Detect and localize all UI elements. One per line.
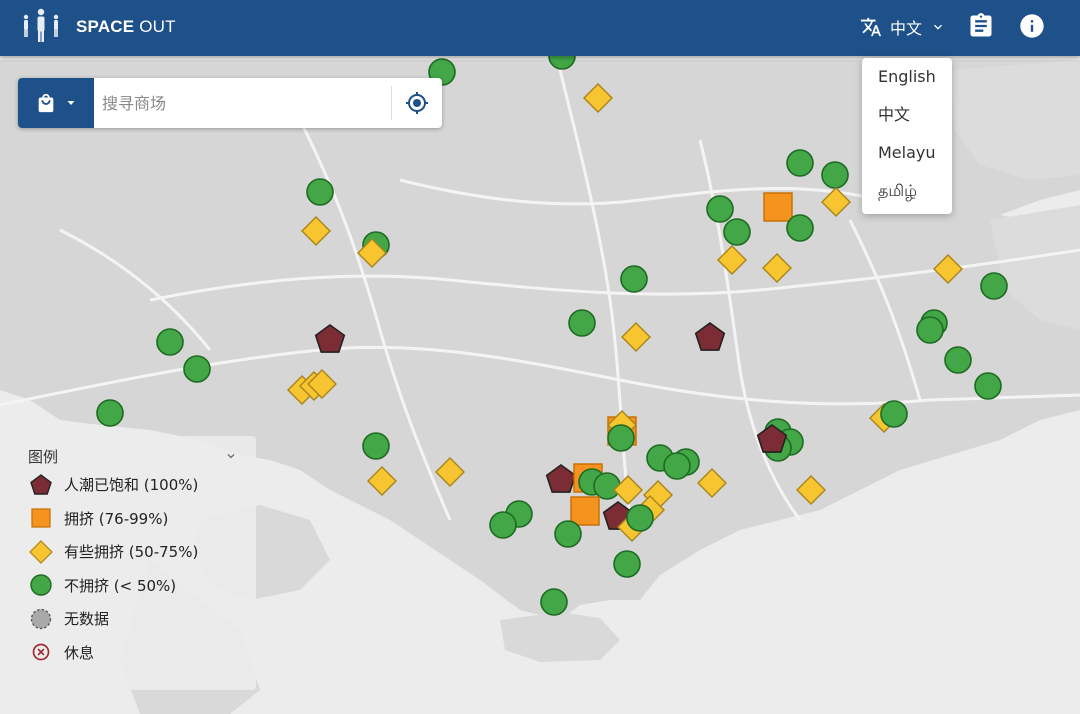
mall-marker-clear[interactable]: [568, 309, 596, 337]
legend-label: 无数据: [64, 610, 110, 629]
closed-x-circle-icon: [32, 643, 50, 661]
legend-item-full: 人潮已饱和 (100%): [28, 468, 256, 502]
mall-marker-clear[interactable]: [613, 550, 641, 578]
mall-marker-clear[interactable]: [974, 372, 1002, 400]
legend-item-crowded: 拥挤 (76-99%): [28, 502, 256, 536]
mall-marker-clear[interactable]: [554, 520, 582, 548]
caret-down-icon: [67, 101, 75, 105]
legend-label: 有些拥挤 (50-75%): [64, 543, 199, 562]
mall-marker-clear[interactable]: [489, 511, 517, 539]
mall-marker-clear[interactable]: [706, 195, 734, 223]
legend-label: 人潮已饱和 (100%): [64, 476, 199, 495]
mall-marker-clear[interactable]: [880, 400, 908, 428]
chevron-down-icon: [934, 24, 943, 30]
mall-marker-clear[interactable]: [620, 265, 648, 293]
shopping-bag-icon: [38, 93, 54, 113]
legend-item-no-data: 无数据: [28, 602, 256, 636]
mall-marker-clear[interactable]: [821, 161, 849, 189]
mall-search-bar: [18, 78, 442, 128]
legend-item-somewhat: 有些拥挤 (50-75%): [28, 535, 256, 569]
my-location-button[interactable]: [392, 78, 442, 128]
mall-marker-clear[interactable]: [607, 424, 635, 452]
mall-marker-clear[interactable]: [156, 328, 184, 356]
app-header: SPACE OUT 中文: [0, 0, 1080, 56]
mall-marker-clear[interactable]: [980, 272, 1008, 300]
mall-marker-clear[interactable]: [306, 178, 334, 206]
mall-marker-crowded[interactable]: [763, 192, 793, 222]
info-icon[interactable]: [1018, 12, 1046, 40]
legend-label: 不拥挤 (< 50%): [64, 576, 177, 595]
language-menu: English 中文 Melayu தமிழ்: [862, 58, 952, 214]
mall-marker-clear[interactable]: [916, 316, 944, 344]
crosshair-location-icon: [406, 92, 428, 114]
pentagon-full-icon: [30, 473, 52, 495]
diamond-some-icon: [29, 539, 53, 564]
translate-icon: [860, 17, 882, 37]
mall-marker-clear[interactable]: [626, 504, 654, 532]
legend-header[interactable]: 图例: [28, 444, 256, 468]
category-dropdown-button[interactable]: [18, 78, 94, 128]
mall-marker-clear[interactable]: [786, 149, 814, 177]
language-option-tamil[interactable]: தமிழ்: [862, 176, 952, 214]
language-selector[interactable]: 中文: [860, 12, 946, 42]
language-option-english[interactable]: English: [862, 62, 952, 100]
legend-title: 图例: [28, 447, 59, 466]
mall-marker-clear[interactable]: [663, 452, 691, 480]
mall-marker-crowded[interactable]: [570, 496, 600, 526]
brand-bold: SPACE: [76, 17, 135, 36]
mall-marker-clear[interactable]: [944, 346, 972, 374]
legend-item-clear: 不拥挤 (< 50%): [28, 569, 256, 603]
app-brand[interactable]: SPACE OUT: [76, 17, 176, 37]
legend-label: 休息: [64, 643, 95, 662]
square-crowded-icon: [31, 508, 51, 528]
chevron-down-icon[interactable]: [224, 449, 238, 463]
language-option-malay[interactable]: Melayu: [862, 138, 952, 176]
language-current: 中文: [890, 21, 923, 38]
legend-label: 拥挤 (76-99%): [64, 509, 169, 528]
mall-marker-clear[interactable]: [362, 432, 390, 460]
people-logo-icon: [23, 8, 59, 42]
mall-marker-clear[interactable]: [593, 472, 621, 500]
map-legend: 图例 人潮已饱和 (100%) 拥挤 (76-99%) 有些拥挤 (50-75%…: [14, 436, 256, 690]
mall-marker-clear[interactable]: [183, 355, 211, 383]
circle-no-data-icon: [30, 608, 52, 629]
clipboard-icon[interactable]: [967, 12, 995, 40]
mall-marker-clear[interactable]: [540, 588, 568, 616]
brand-thin: OUT: [134, 17, 176, 36]
mall-search-input[interactable]: [94, 78, 391, 128]
circle-clear-icon: [30, 574, 52, 596]
mall-marker-clear[interactable]: [96, 399, 124, 427]
legend-item-closed: 休息: [28, 636, 256, 670]
language-option-chinese[interactable]: 中文: [862, 100, 952, 138]
mall-marker-clear[interactable]: [786, 214, 814, 242]
mall-marker-clear[interactable]: [723, 218, 751, 246]
